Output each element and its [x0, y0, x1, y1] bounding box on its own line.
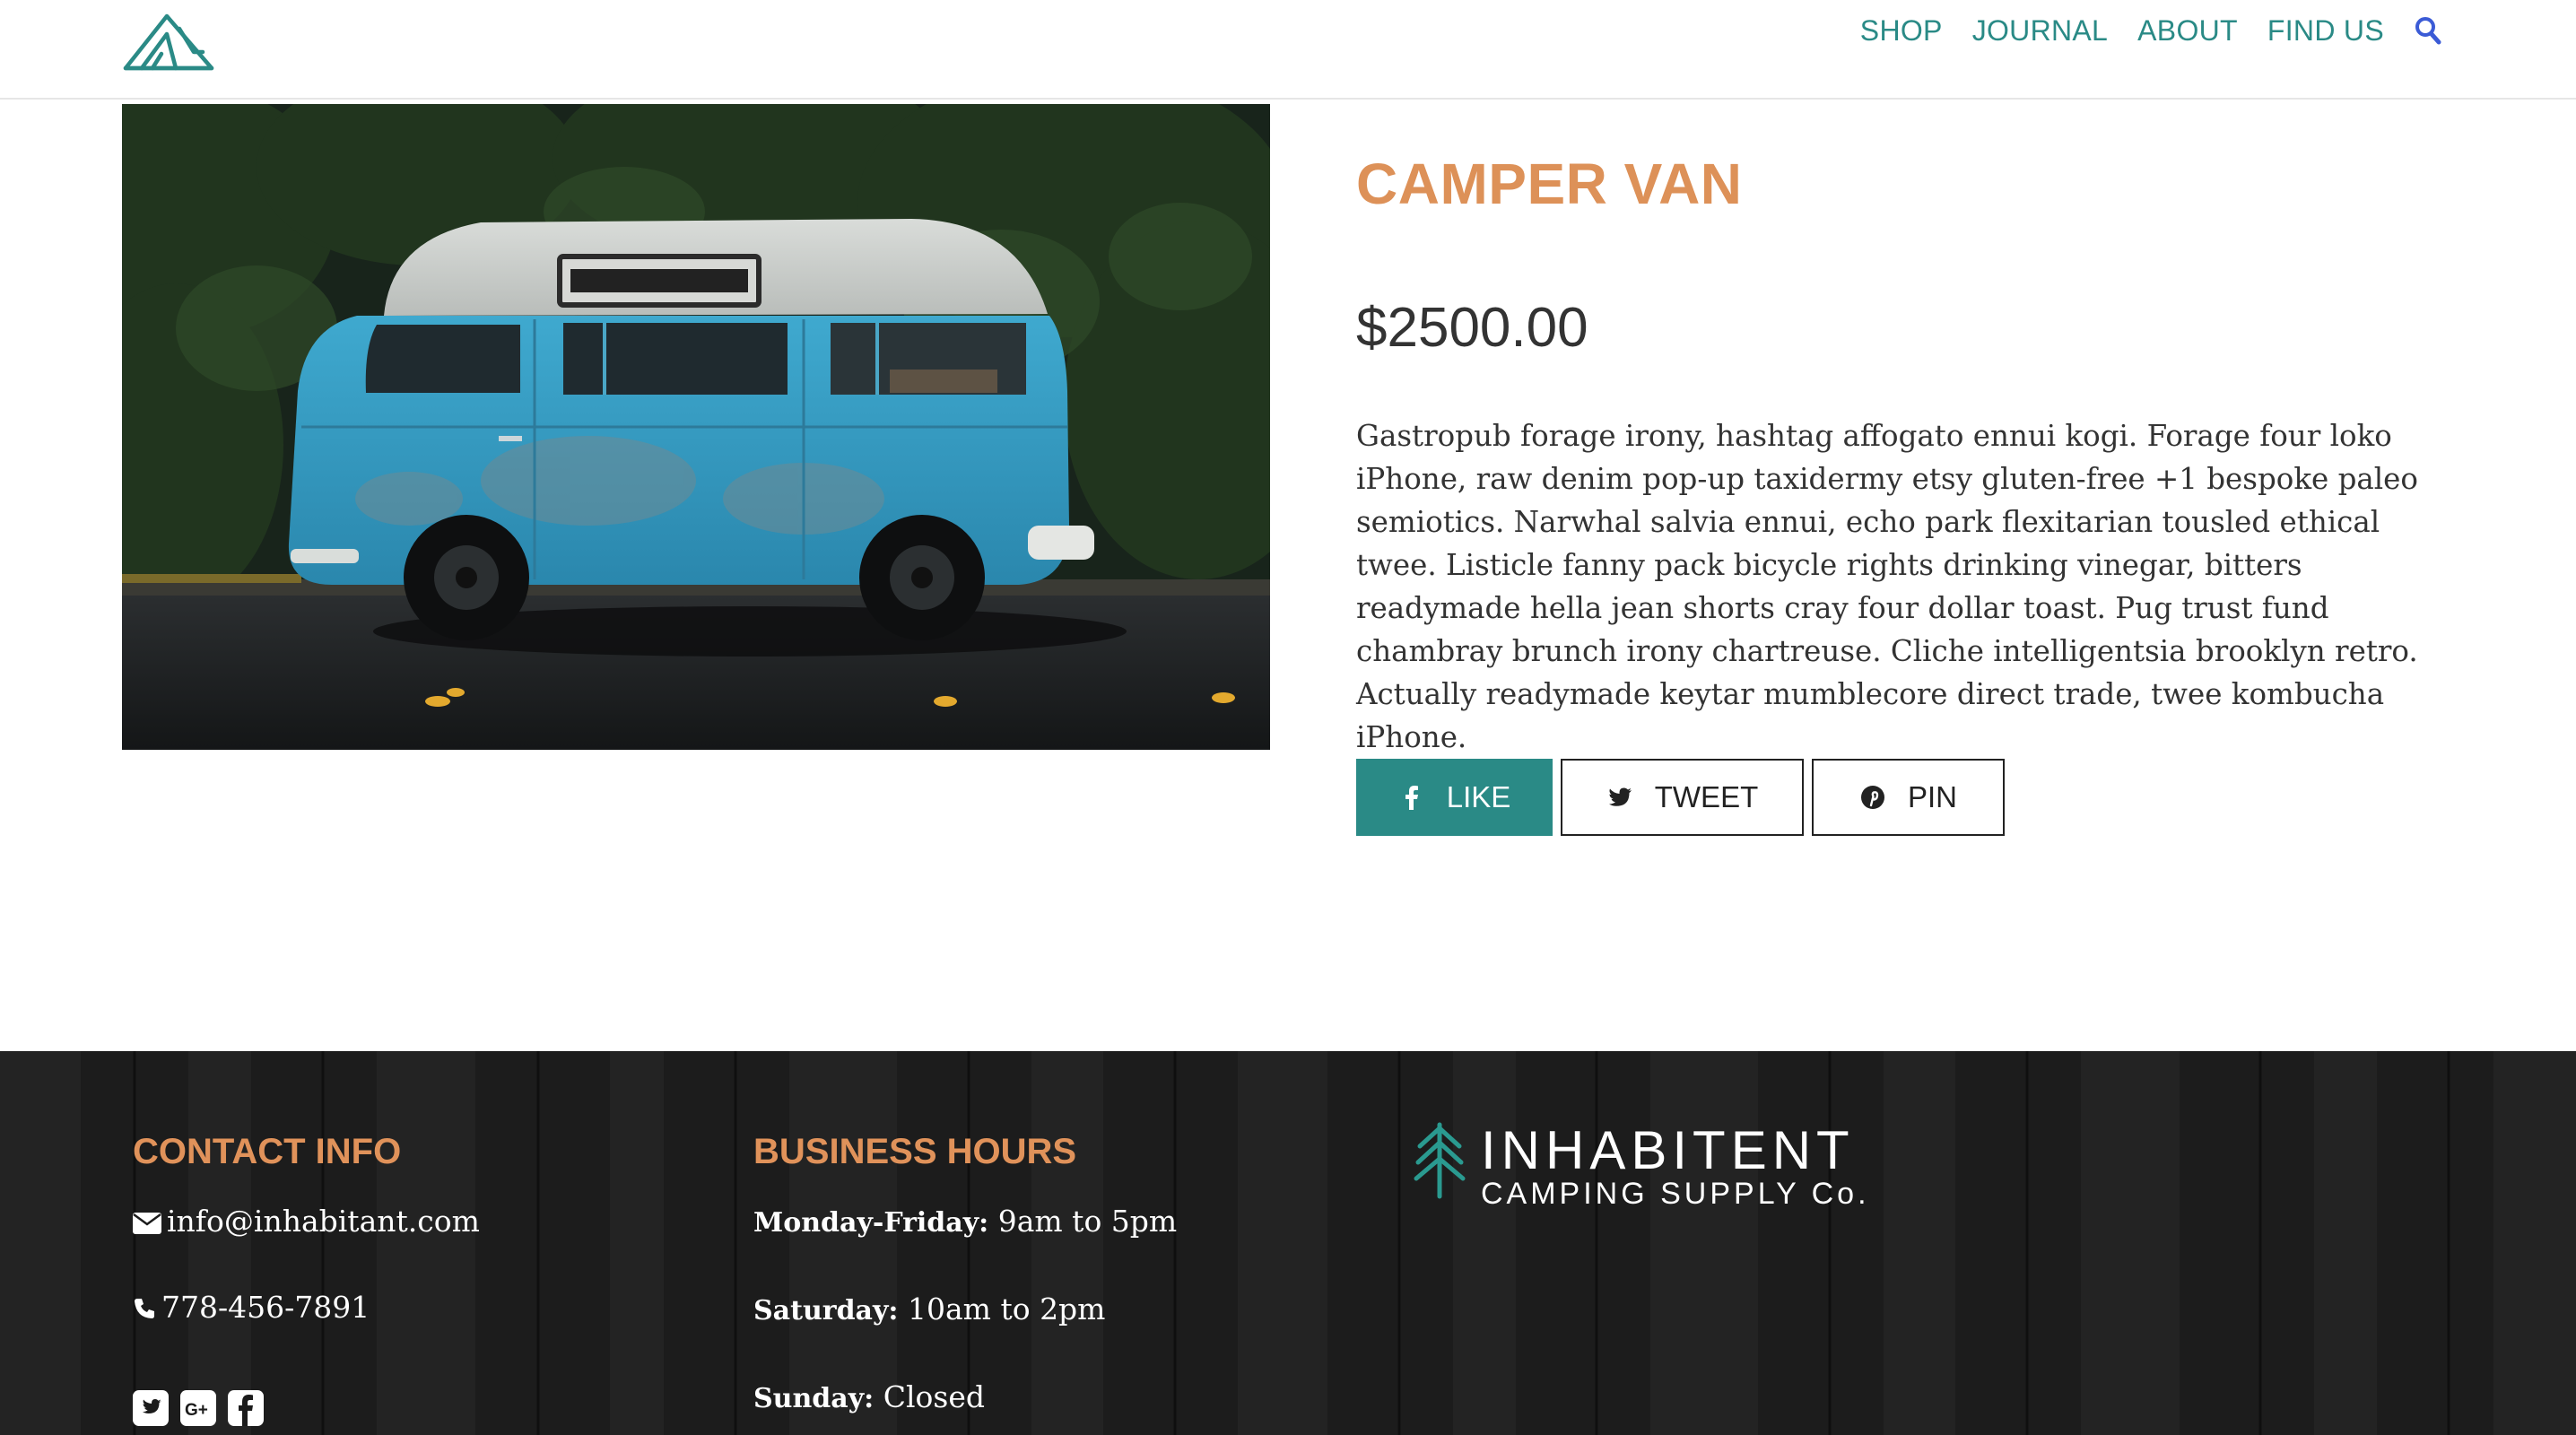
product-image — [122, 104, 1270, 750]
google-plus-icon[interactable]: G+ — [180, 1390, 216, 1426]
nav-about[interactable]: ABOUT — [2137, 14, 2238, 48]
facebook-icon — [1398, 784, 1425, 811]
contact-heading: CONTACT INFO — [133, 1132, 402, 1171]
envelope-icon — [133, 1206, 161, 1241]
pine-tree-icon — [1413, 1119, 1466, 1200]
like-button[interactable]: LIKE — [1356, 759, 1553, 836]
hours-row-sunday: Sunday: Closed — [753, 1379, 985, 1414]
nav-shop[interactable]: SHOP — [1860, 14, 1943, 48]
hours-heading: BUSINESS HOURS — [753, 1132, 1077, 1171]
site-footer: CONTACT INFO info@inhabitant.com 778-456… — [0, 1051, 2576, 1435]
brand-subtitle: CAMPING SUPPLY Co. — [1481, 1177, 1870, 1211]
like-label: LIKE — [1446, 780, 1511, 813]
nav-journal[interactable]: JOURNAL — [1972, 14, 2108, 48]
contact-phone[interactable]: 778-456-7891 — [133, 1290, 370, 1327]
twitter-square-icon[interactable] — [133, 1390, 169, 1426]
tweet-button[interactable]: TWEET — [1561, 759, 1804, 836]
product-description: Gastropub forage irony, hashtag affogato… — [1356, 419, 2418, 754]
phone-text: 778-456-7891 — [161, 1290, 370, 1325]
tweet-label: TWEET — [1654, 780, 1759, 813]
hours-time: Closed — [883, 1379, 985, 1414]
phone-icon — [133, 1292, 156, 1327]
pin-button[interactable]: PIN — [1812, 759, 2005, 836]
hours-row-weekdays: Monday-Friday: 9am to 5pm — [753, 1204, 1177, 1239]
product-title: CAMPER VAN — [1356, 152, 1743, 216]
wood-texture — [0, 1051, 2576, 1435]
tent-logo-icon — [123, 13, 214, 71]
hours-day: Sunday: — [753, 1383, 875, 1414]
contact-email[interactable]: info@inhabitant.com — [133, 1204, 480, 1241]
brand-name: INHABITENT — [1481, 1120, 1855, 1180]
email-text: info@inhabitant.com — [167, 1204, 480, 1239]
tent-logo[interactable] — [122, 11, 215, 72]
hours-time: 9am to 5pm — [997, 1204, 1178, 1239]
pinterest-icon — [1859, 784, 1886, 811]
search-icon[interactable] — [2415, 16, 2441, 45]
hours-row-saturday: Saturday: 10am to 2pm — [753, 1292, 1105, 1326]
main-nav: SHOP JOURNAL ABOUT FIND US — [1831, 13, 2441, 48]
pin-label: PIN — [1907, 780, 1957, 813]
social-links: G+ — [133, 1390, 275, 1426]
hours-day: Saturday: — [753, 1295, 899, 1326]
product-price: $2500.00 — [1356, 297, 1588, 359]
svg-text:G+: G+ — [185, 1401, 208, 1420]
nav-find-us[interactable]: FIND US — [2267, 14, 2384, 48]
site-header: SHOP JOURNAL ABOUT FIND US — [0, 0, 2576, 100]
hours-time: 10am to 2pm — [908, 1292, 1106, 1326]
twitter-icon — [1606, 784, 1633, 811]
hours-day: Monday-Friday: — [753, 1207, 989, 1239]
facebook-square-icon[interactable] — [228, 1390, 264, 1426]
